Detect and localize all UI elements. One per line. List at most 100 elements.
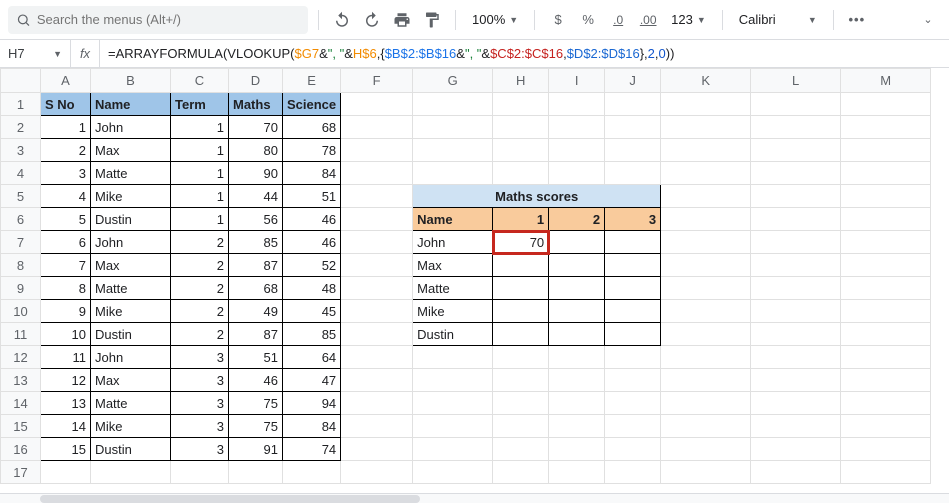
cell-H13[interactable] xyxy=(493,369,549,392)
cell-C15[interactable]: 3 xyxy=(171,415,229,438)
cell-D8[interactable]: 87 xyxy=(229,254,283,277)
cell-B11[interactable]: Dustin xyxy=(91,323,171,346)
cell-E12[interactable]: 64 xyxy=(283,346,341,369)
column-header-L[interactable]: L xyxy=(751,69,841,93)
cell-G8[interactable]: Max xyxy=(413,254,493,277)
cell-B10[interactable]: Mike xyxy=(91,300,171,323)
cell-F15[interactable] xyxy=(341,415,413,438)
cell-H17[interactable] xyxy=(493,461,549,484)
cell-C11[interactable]: 2 xyxy=(171,323,229,346)
column-header-H[interactable]: H xyxy=(493,69,549,93)
cell-C2[interactable]: 1 xyxy=(171,116,229,139)
cell-F16[interactable] xyxy=(341,438,413,461)
cell-D1[interactable]: Maths xyxy=(229,93,283,116)
cell-J12[interactable] xyxy=(605,346,661,369)
cell-K11[interactable] xyxy=(661,323,751,346)
cell-H8[interactable] xyxy=(493,254,549,277)
cell-E2[interactable]: 68 xyxy=(283,116,341,139)
cell-M11[interactable] xyxy=(841,323,931,346)
cell-M4[interactable] xyxy=(841,162,931,185)
cell-K12[interactable] xyxy=(661,346,751,369)
cell-E7[interactable]: 46 xyxy=(283,231,341,254)
cell-A7[interactable]: 6 xyxy=(41,231,91,254)
print-button[interactable] xyxy=(389,7,415,33)
row-header-17[interactable]: 17 xyxy=(1,461,41,484)
cell-K3[interactable] xyxy=(661,139,751,162)
cell-E14[interactable]: 94 xyxy=(283,392,341,415)
cell-D17[interactable] xyxy=(229,461,283,484)
cell-H2[interactable] xyxy=(493,116,549,139)
cell-L6[interactable] xyxy=(751,208,841,231)
cell-I1[interactable] xyxy=(549,93,605,116)
cell-A12[interactable]: 11 xyxy=(41,346,91,369)
increase-decimal-button[interactable]: .00 xyxy=(635,7,661,33)
cell-K5[interactable] xyxy=(661,185,751,208)
row-header-2[interactable]: 2 xyxy=(1,116,41,139)
cell-K16[interactable] xyxy=(661,438,751,461)
cell-D16[interactable]: 91 xyxy=(229,438,283,461)
row-header-11[interactable]: 11 xyxy=(1,323,41,346)
format-currency-button[interactable]: $ xyxy=(545,7,571,33)
cell-E15[interactable]: 84 xyxy=(283,415,341,438)
cell-G3[interactable] xyxy=(413,139,493,162)
cell-E17[interactable] xyxy=(283,461,341,484)
cell-H1[interactable] xyxy=(493,93,549,116)
cell-G7[interactable]: John xyxy=(413,231,493,254)
cell-E6[interactable]: 46 xyxy=(283,208,341,231)
cell-D11[interactable]: 87 xyxy=(229,323,283,346)
cell-B8[interactable]: Max xyxy=(91,254,171,277)
cell-M5[interactable] xyxy=(841,185,931,208)
cell-H10[interactable] xyxy=(493,300,549,323)
menu-search-input[interactable] xyxy=(37,12,300,27)
cell-G17[interactable] xyxy=(413,461,493,484)
cell-J4[interactable] xyxy=(605,162,661,185)
cell-F4[interactable] xyxy=(341,162,413,185)
cell-A17[interactable] xyxy=(41,461,91,484)
cell-D7[interactable]: 85 xyxy=(229,231,283,254)
cell-L9[interactable] xyxy=(751,277,841,300)
cell-F10[interactable] xyxy=(341,300,413,323)
cell-B1[interactable]: Name xyxy=(91,93,171,116)
cell-J10[interactable] xyxy=(605,300,661,323)
cell-F17[interactable] xyxy=(341,461,413,484)
row-header-7[interactable]: 7 xyxy=(1,231,41,254)
cell-H9[interactable] xyxy=(493,277,549,300)
column-header-C[interactable]: C xyxy=(171,69,229,93)
cell-I16[interactable] xyxy=(549,438,605,461)
column-header-M[interactable]: M xyxy=(841,69,931,93)
cell-C5[interactable]: 1 xyxy=(171,185,229,208)
column-header-E[interactable]: E xyxy=(283,69,341,93)
select-all-corner[interactable] xyxy=(1,69,41,93)
cell-G4[interactable] xyxy=(413,162,493,185)
column-header-G[interactable]: G xyxy=(413,69,493,93)
cell-I2[interactable] xyxy=(549,116,605,139)
cell-A6[interactable]: 5 xyxy=(41,208,91,231)
cell-E11[interactable]: 85 xyxy=(283,323,341,346)
cell-M2[interactable] xyxy=(841,116,931,139)
formula-input[interactable]: =ARRAYFORMULA(VLOOKUP($G7&", "&H$6,{$B$2… xyxy=(100,46,949,61)
cell-H14[interactable] xyxy=(493,392,549,415)
cell-G14[interactable] xyxy=(413,392,493,415)
cell-B15[interactable]: Mike xyxy=(91,415,171,438)
cell-A15[interactable]: 14 xyxy=(41,415,91,438)
cell-M1[interactable] xyxy=(841,93,931,116)
cell-J2[interactable] xyxy=(605,116,661,139)
cell-I6[interactable]: 2 xyxy=(549,208,605,231)
cell-A5[interactable]: 4 xyxy=(41,185,91,208)
cell-B5[interactable]: Mike xyxy=(91,185,171,208)
cell-G10[interactable]: Mike xyxy=(413,300,493,323)
cell-C7[interactable]: 2 xyxy=(171,231,229,254)
format-percent-button[interactable]: % xyxy=(575,7,601,33)
cell-K14[interactable] xyxy=(661,392,751,415)
cell-E16[interactable]: 74 xyxy=(283,438,341,461)
cell-M3[interactable] xyxy=(841,139,931,162)
cell-D15[interactable]: 75 xyxy=(229,415,283,438)
cell-I12[interactable] xyxy=(549,346,605,369)
column-header-B[interactable]: B xyxy=(91,69,171,93)
cell-H11[interactable] xyxy=(493,323,549,346)
cell-E8[interactable]: 52 xyxy=(283,254,341,277)
cell-H16[interactable] xyxy=(493,438,549,461)
cell-C9[interactable]: 2 xyxy=(171,277,229,300)
cell-G2[interactable] xyxy=(413,116,493,139)
row-header-3[interactable]: 3 xyxy=(1,139,41,162)
